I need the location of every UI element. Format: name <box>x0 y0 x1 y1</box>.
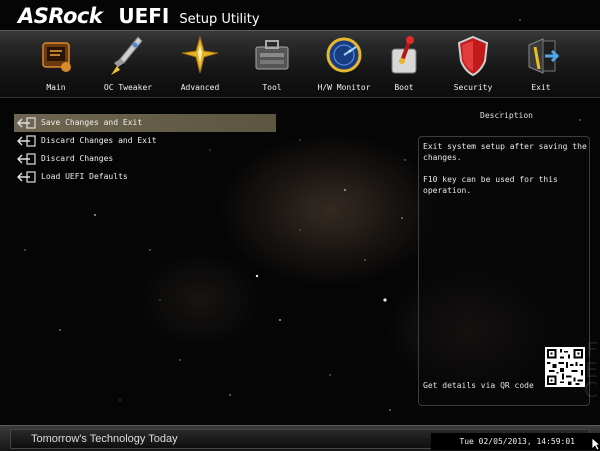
shield-icon <box>457 35 489 77</box>
brand-subtitle: Setup Utility <box>179 12 260 27</box>
brand-logo: ASRock <box>18 4 103 28</box>
menu-item-save-changes-and-exit[interactable]: Save Changes and Exit <box>14 114 276 132</box>
radar-icon <box>326 37 362 73</box>
top-nav-bar: Main OC Tweaker Advanced Tool H/W Monito… <box>0 30 600 98</box>
brand-header: ASRock UEFI Setup Utility <box>18 4 260 30</box>
tab-tool-label: Tool <box>262 83 282 92</box>
tab-advanced[interactable]: Advanced <box>164 31 236 97</box>
description-text: Exit system setup after saving the chang… <box>423 142 587 195</box>
tab-tool[interactable]: Tool <box>236 31 308 97</box>
boot-switch-icon <box>391 36 417 74</box>
tab-security-label: Security <box>453 83 493 92</box>
menu-item-discard-changes-and-exit[interactable]: Discard Changes and Exit <box>14 132 276 150</box>
menu-item-load-uefi-defaults[interactable]: Load UEFI Defaults <box>14 168 276 186</box>
menu-item-discard-changes[interactable]: Discard Changes <box>14 150 276 168</box>
tab-main-label: Main <box>46 83 66 92</box>
brand-uefi: UEFI <box>118 4 170 28</box>
footer-bar: Tomorrow's Technology Today Tue 02/05/20… <box>0 425 600 451</box>
tab-boot-label: Boot <box>394 83 414 92</box>
description-title: Description <box>480 111 533 120</box>
toolbox-icon <box>255 40 289 70</box>
tab-boot[interactable]: Boot <box>368 31 440 97</box>
tab-oc-tweaker[interactable]: OC Tweaker <box>92 31 164 97</box>
exit-menu-list: Save Changes and Exit Discard Changes an… <box>14 114 276 186</box>
rocket-icon <box>111 36 143 75</box>
tab-security[interactable]: Security <box>437 31 509 97</box>
tab-advanced-label: Advanced <box>180 83 220 92</box>
exit-arrow-icon <box>17 153 36 165</box>
exit-arrow-icon <box>17 135 36 147</box>
exit-icon <box>528 38 560 74</box>
tab-oc-tweaker-label: OC Tweaker <box>103 83 153 92</box>
site-watermark: F E C <box>584 338 598 402</box>
tab-exit[interactable]: Exit <box>505 31 577 97</box>
footer-tagline: Tomorrow's Technology Today <box>31 433 178 445</box>
exit-arrow-icon <box>17 171 36 183</box>
qr-code-label: Get details via QR code <box>423 381 534 390</box>
menu-item-label: Discard Changes and Exit <box>41 136 157 145</box>
menu-item-label: Discard Changes <box>41 154 114 163</box>
exit-arrow-icon <box>17 117 36 129</box>
system-datetime: Tue 02/05/2013, 14:59:01 <box>459 437 575 446</box>
mouse-cursor-icon <box>591 437 600 451</box>
menu-item-label: Load UEFI Defaults <box>41 172 128 181</box>
datetime-box: Tue 02/05/2013, 14:59:01 <box>431 433 600 450</box>
menu-item-label: Save Changes and Exit <box>41 118 143 127</box>
tab-main[interactable]: Main <box>20 31 92 97</box>
footer-panel: Tomorrow's Technology Today Tue 02/05/20… <box>10 429 600 450</box>
tab-exit-label: Exit <box>531 83 551 92</box>
main-icon <box>42 42 71 72</box>
star-icon <box>181 35 219 74</box>
